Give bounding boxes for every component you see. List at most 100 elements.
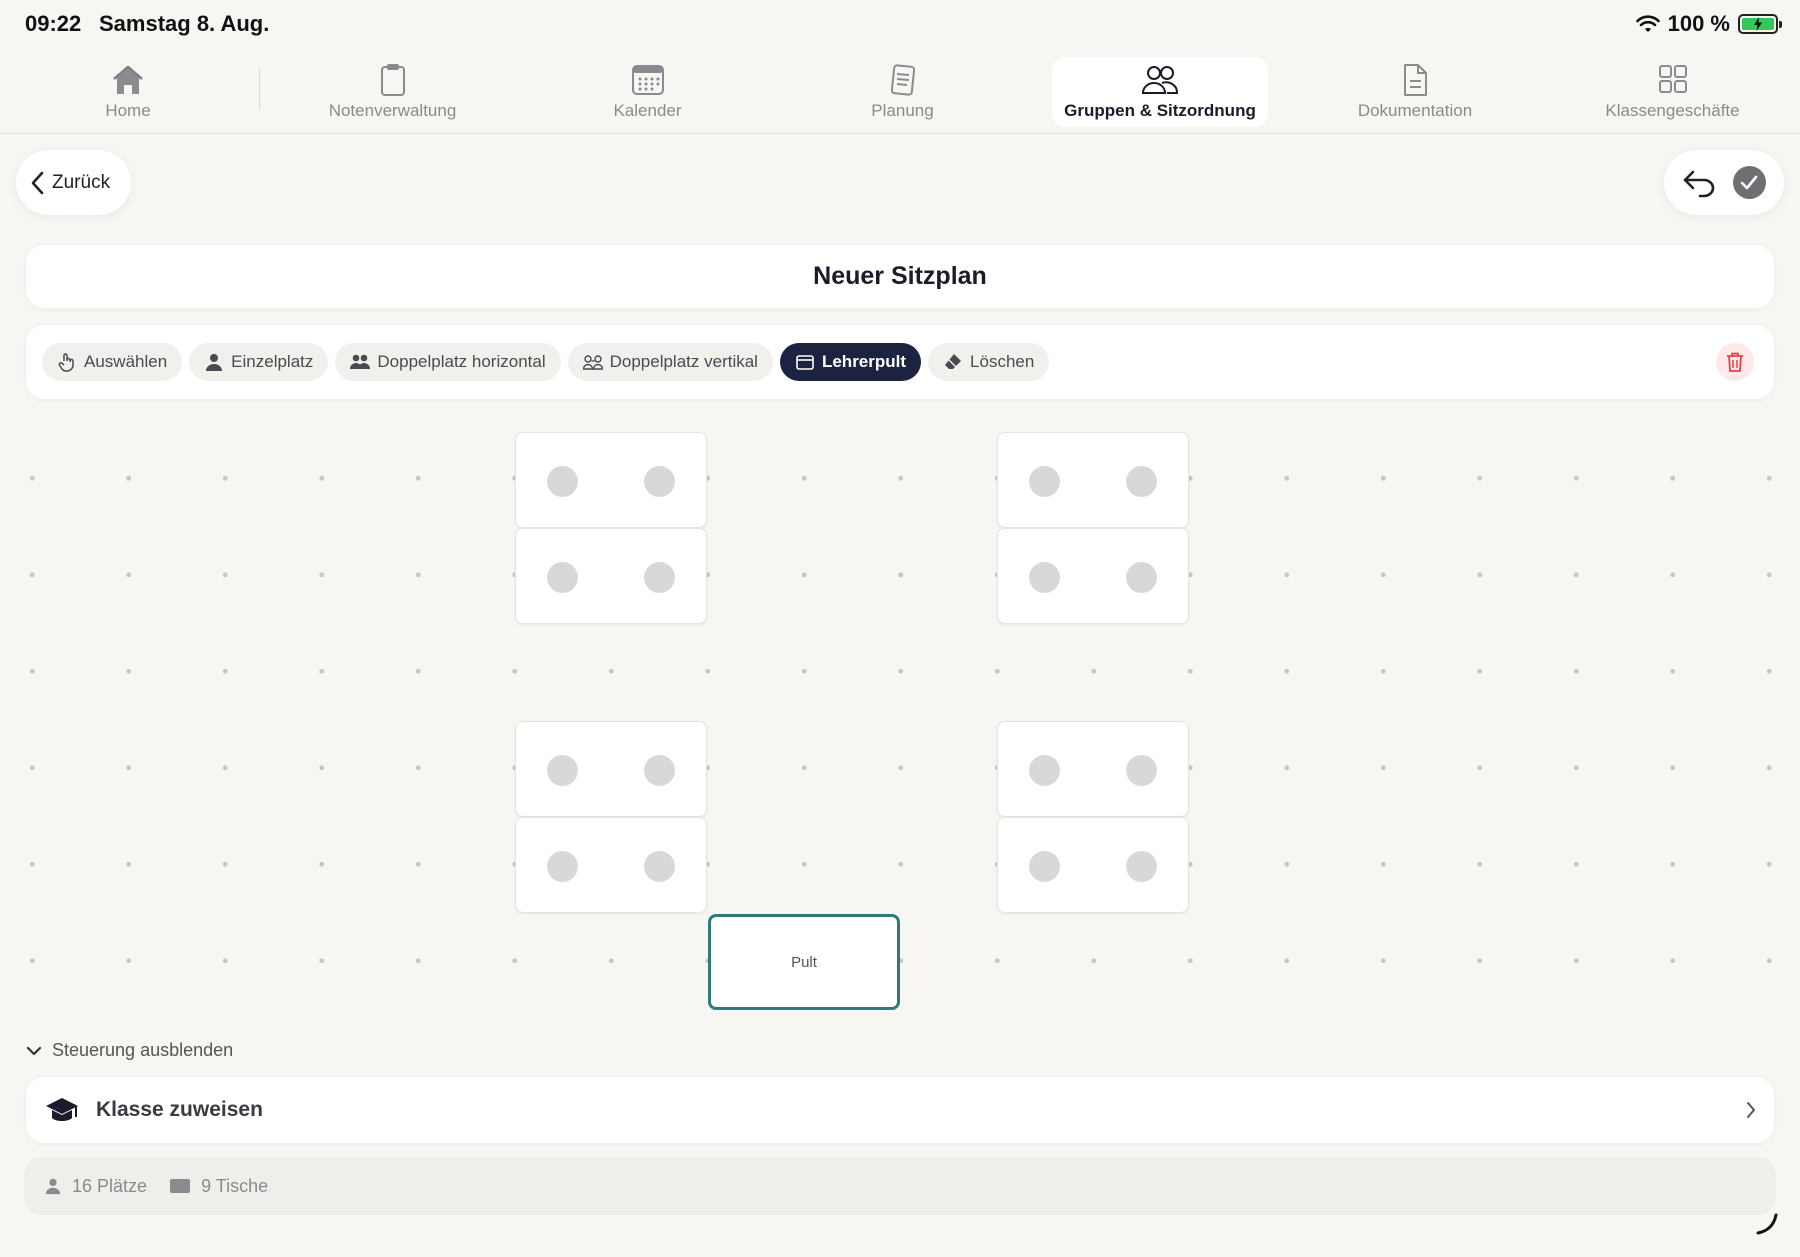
- desk-double[interactable]: [515, 721, 707, 817]
- tab-klassengeschaefte[interactable]: Klassengeschäfte: [1590, 57, 1755, 127]
- seat[interactable]: [547, 562, 578, 593]
- table-count-text: 9 Tische: [201, 1175, 269, 1196]
- seat[interactable]: [1029, 562, 1060, 593]
- desk-double[interactable]: [997, 432, 1189, 528]
- seating-canvas[interactable]: Pult: [0, 410, 1800, 1020]
- seat-count: 16 Plätze: [44, 1176, 147, 1197]
- tool-lehrerpult[interactable]: Lehrerpult: [779, 343, 922, 381]
- seat[interactable]: [1126, 851, 1157, 882]
- stats-bar: 16 Plätze 9 Tische: [24, 1157, 1776, 1215]
- desk-double[interactable]: [997, 721, 1189, 817]
- tab-kalender[interactable]: Kalender: [600, 57, 695, 127]
- chevron-down-icon: [26, 1046, 42, 1055]
- undo-icon[interactable]: [1682, 168, 1716, 198]
- tab-label: Klassengeschäfte: [1605, 101, 1740, 120]
- status-time: 09:22: [25, 11, 82, 36]
- seat[interactable]: [644, 755, 675, 786]
- assign-class-label: Klasse zuweisen: [96, 1098, 263, 1121]
- back-button[interactable]: Zurück: [16, 150, 131, 215]
- tab-dokumentation[interactable]: Dokumentation: [1345, 57, 1485, 127]
- plan-title: Neuer Sitzplan: [813, 262, 987, 290]
- seat[interactable]: [547, 755, 578, 786]
- calendar-icon: [631, 65, 664, 95]
- plan-title-card[interactable]: Neuer Sitzplan: [26, 245, 1774, 308]
- teacher-desk[interactable]: Pult: [708, 914, 900, 1010]
- seat[interactable]: [547, 466, 578, 497]
- seat[interactable]: [1126, 466, 1157, 497]
- chevron-left-icon: [31, 171, 44, 194]
- tool-label: Löschen: [970, 352, 1035, 371]
- desk-double[interactable]: [515, 528, 707, 624]
- person-icon: [45, 1178, 61, 1195]
- tool-auswaehlen[interactable]: Auswählen: [42, 343, 183, 381]
- tool-bar: Auswählen Einzelplatz Doppelplatz horizo…: [26, 325, 1774, 399]
- wifi-icon: [1635, 15, 1660, 32]
- tab-label: Gruppen & Sitzordnung: [1064, 101, 1256, 120]
- table-icon: [170, 1179, 191, 1193]
- grid-icon: [1658, 65, 1687, 93]
- seat[interactable]: [644, 851, 675, 882]
- seat-count-text: 16 Plätze: [72, 1175, 148, 1196]
- trash-icon: [1727, 352, 1743, 372]
- tool-label: Lehrerpult: [821, 352, 907, 371]
- seat[interactable]: [644, 466, 675, 497]
- assign-class-row[interactable]: Klasse zuweisen: [26, 1077, 1774, 1143]
- desk-icon: [796, 355, 814, 370]
- hide-controls-label: Steuerung ausblenden: [52, 1040, 234, 1060]
- delete-all-button[interactable]: [1716, 343, 1754, 381]
- document-icon: [890, 64, 915, 96]
- two-people-icon: [350, 354, 371, 369]
- confirm-button[interactable]: [1732, 166, 1766, 199]
- top-navigation: Home Notenverwaltung Kalender Planung Gr…: [0, 52, 1800, 134]
- seat[interactable]: [1029, 851, 1060, 882]
- desk-double[interactable]: [515, 432, 707, 528]
- home-icon: [113, 65, 143, 94]
- battery-icon: [1738, 14, 1782, 34]
- teacher-desk-label: Pult: [791, 953, 817, 971]
- tool-doppelplatz-vertikal[interactable]: Doppelplatz vertikal: [567, 343, 773, 381]
- tab-planung[interactable]: Planung: [855, 57, 950, 127]
- seat[interactable]: [547, 851, 578, 882]
- tab-label: Kalender: [613, 101, 682, 120]
- tool-loeschen[interactable]: Löschen: [928, 343, 1050, 381]
- tool-label: Auswählen: [84, 352, 168, 371]
- header-actions: [1664, 150, 1784, 215]
- hide-controls-toggle[interactable]: Steuerung ausblenden: [26, 1040, 233, 1061]
- seat[interactable]: [644, 562, 675, 593]
- person-icon: [206, 354, 223, 371]
- battery-percent: 100 %: [1667, 11, 1730, 36]
- status-bar: 09:22 Samstag 8. Aug. 100 %: [0, 0, 1800, 50]
- status-right: 100 %: [1635, 11, 1782, 37]
- graduation-cap-icon: [46, 1098, 78, 1121]
- two-people-outline-icon: [582, 355, 603, 370]
- seat[interactable]: [1126, 755, 1157, 786]
- seat[interactable]: [1029, 466, 1060, 497]
- seat[interactable]: [1029, 755, 1060, 786]
- chevron-right-icon: [1747, 1102, 1755, 1118]
- seat[interactable]: [1126, 562, 1157, 593]
- back-label: Zurück: [52, 171, 111, 193]
- resize-handle-icon[interactable]: [1754, 1211, 1780, 1237]
- tool-doppelplatz-horizontal[interactable]: Doppelplatz horizontal: [335, 343, 561, 381]
- nav-divider: [259, 68, 260, 110]
- desk-double[interactable]: [997, 817, 1189, 913]
- file-icon: [1404, 64, 1427, 96]
- table-count: 9 Tische: [169, 1176, 268, 1197]
- tab-home[interactable]: Home: [80, 57, 176, 127]
- tool-einzelplatz[interactable]: Einzelplatz: [189, 343, 329, 381]
- tool-label: Doppelplatz vertikal: [609, 352, 758, 371]
- tool-label: Doppelplatz horizontal: [377, 352, 546, 371]
- tab-label: Home: [105, 101, 151, 120]
- tab-label: Notenverwaltung: [328, 101, 457, 120]
- tab-gruppen-sitzordnung[interactable]: Gruppen & Sitzordnung: [1052, 57, 1268, 127]
- desk-double[interactable]: [997, 528, 1189, 624]
- status-date: Samstag 8. Aug.: [99, 11, 270, 36]
- tab-label: Dokumentation: [1357, 101, 1473, 120]
- tab-notenverwaltung[interactable]: Notenverwaltung: [310, 57, 475, 127]
- desk-double[interactable]: [515, 817, 707, 913]
- clipboard-icon: [380, 64, 405, 96]
- tab-label: Planung: [871, 101, 934, 120]
- tool-label: Einzelplatz: [231, 352, 314, 371]
- checkmark-icon: [1740, 175, 1758, 189]
- eraser-icon: [945, 354, 962, 369]
